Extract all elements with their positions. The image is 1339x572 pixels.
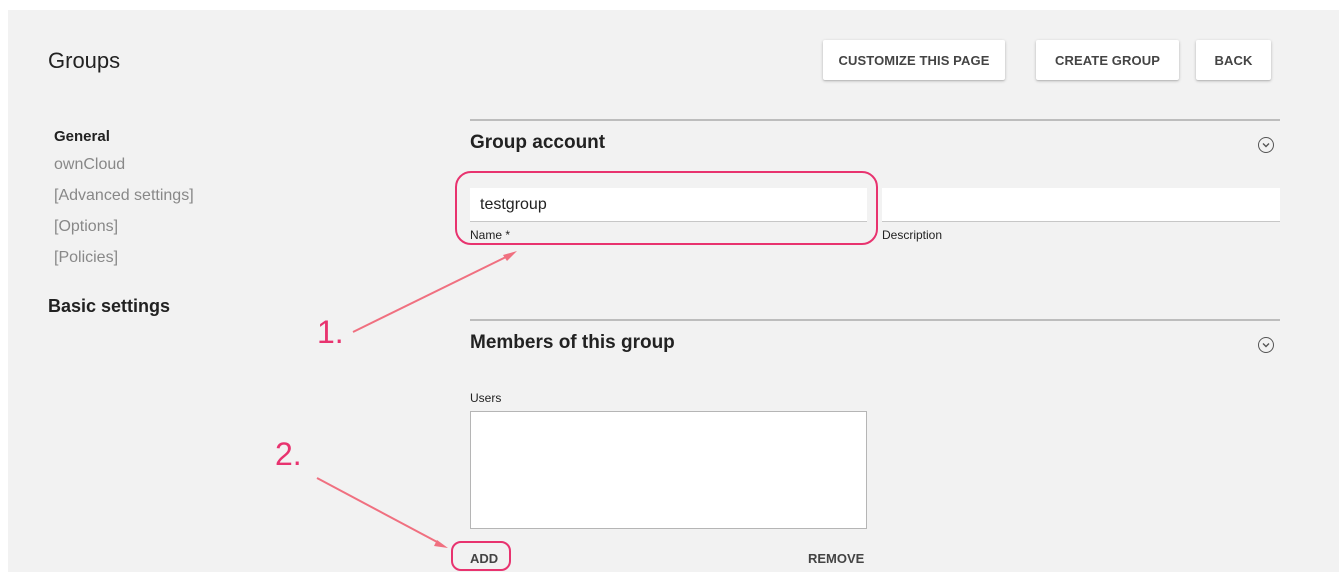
annotation-arrows	[316, 251, 517, 548]
arrow-line-1	[352, 255, 509, 333]
page-container: Groups CUSTOMIZE THIS PAGE CREATE GROUP …	[8, 10, 1339, 572]
arrow-head-1	[503, 251, 517, 261]
arrow-line-2	[316, 477, 440, 544]
